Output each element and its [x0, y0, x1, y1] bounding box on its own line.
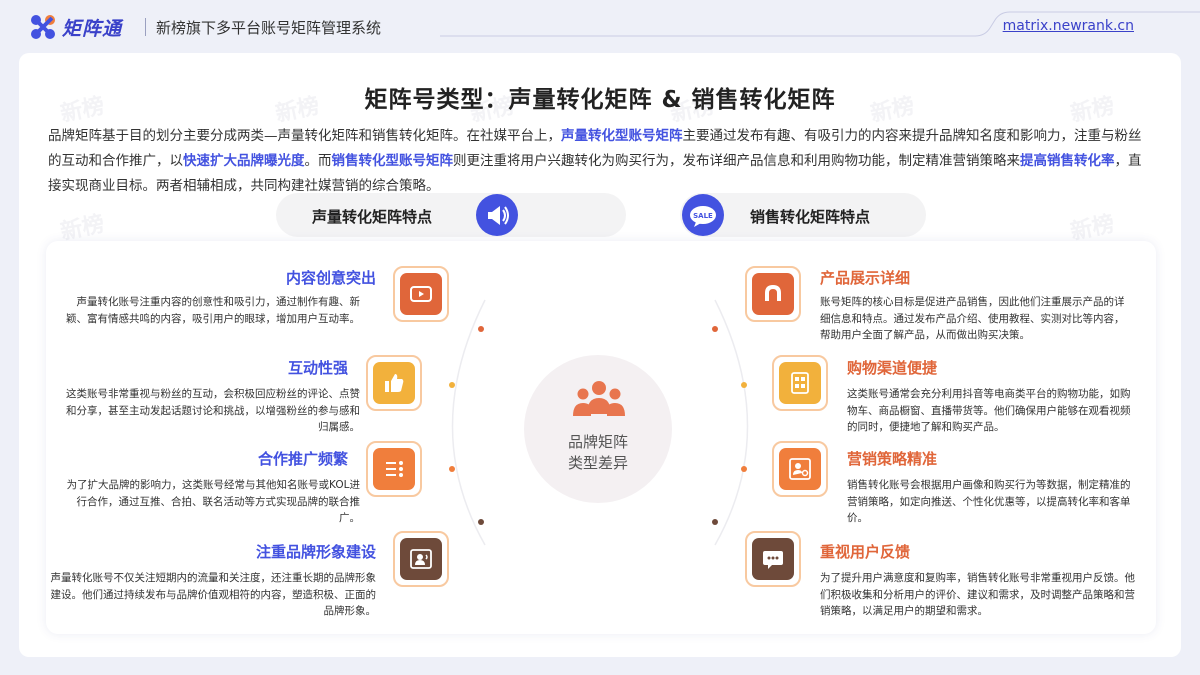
left-feature-title: 合作推广频繁: [257, 450, 348, 468]
left-feature-icon-box: [393, 531, 449, 587]
right-feature-desc: 销售转化账号会根据用户画像和购买行为等数据，制定精准的营销策略，如定向推送、个性…: [847, 479, 1131, 524]
decor-dot: [449, 382, 455, 388]
right-feature-title: 营销策略精准: [847, 450, 938, 468]
magnet-icon: [752, 273, 794, 315]
decor-dot: [712, 326, 718, 332]
list-icon: [373, 448, 415, 490]
left-feature-icon-box: [393, 266, 449, 322]
right-feature-title: 重视用户反馈: [820, 543, 911, 561]
thumbs-up-icon: [373, 362, 415, 404]
user-settings-icon: [779, 448, 821, 490]
right-feature-title: 产品展示详细: [820, 269, 911, 287]
catalog-icon: [779, 362, 821, 404]
right-feature-icon-box: [772, 355, 828, 411]
left-feature-desc: 这类账号非常重视与粉丝的互动，会积极回应粉丝的评论、点赞和分享，甚至主动发起话题…: [66, 388, 360, 433]
left-feature-icon-box: [366, 355, 422, 411]
left-feature-title: 内容创意突出: [285, 269, 376, 287]
right-feature-icon-box: [772, 441, 828, 497]
right-feature-desc: 这类账号通常会充分利用抖音等电商类平台的购物功能，如购物车、商品橱窗、直播带货等…: [847, 388, 1131, 433]
center-label-line2: 类型差异: [567, 454, 628, 472]
right-feature-title: 购物渠道便捷: [847, 359, 938, 377]
left-feature-icon-box: [366, 441, 422, 497]
decor-dot: [741, 466, 747, 472]
center-label: 品牌矩阵 类型差异: [524, 432, 672, 474]
left-feature-desc: 为了扩大品牌的影响力，这类账号经常与其他知名账号或KOL进行合作，通过互推、合拍…: [66, 479, 360, 524]
user-voice-icon: [400, 538, 442, 580]
decor-dot: [478, 326, 484, 332]
right-feature-desc: 账号矩阵的核心目标是促进产品销售，因此他们注重展示产品的详细信息和特点。通过发布…: [820, 296, 1125, 341]
left-feature-desc: 声量转化账号不仅关注短期内的流量和关注度，还注重长期的品牌形象建设。他们通过持续…: [50, 572, 377, 617]
decor-dot: [741, 382, 747, 388]
group-people-icon: [573, 381, 625, 416]
right-feature-icon-box: [745, 266, 801, 322]
decor-dot: [478, 519, 484, 525]
decor-dot: [449, 466, 455, 472]
decor-dot: [712, 519, 718, 525]
left-feature-desc: 声量转化账号注重内容的创意性和吸引力，通过制作有趣、新颖、富有情感共鸣的内容，吸…: [66, 296, 360, 325]
video-play-icon: [400, 273, 442, 315]
chat-icon: [752, 538, 794, 580]
left-feature-title: 注重品牌形象建设: [255, 543, 376, 561]
center-label-line1: 品牌矩阵: [567, 433, 628, 451]
right-feature-icon-box: [745, 531, 801, 587]
left-feature-title: 互动性强: [287, 359, 348, 377]
right-feature-desc: 为了提升用户满意度和复购率，销售转化账号非常重视用户反馈。他们积极收集和分析用户…: [820, 572, 1135, 617]
